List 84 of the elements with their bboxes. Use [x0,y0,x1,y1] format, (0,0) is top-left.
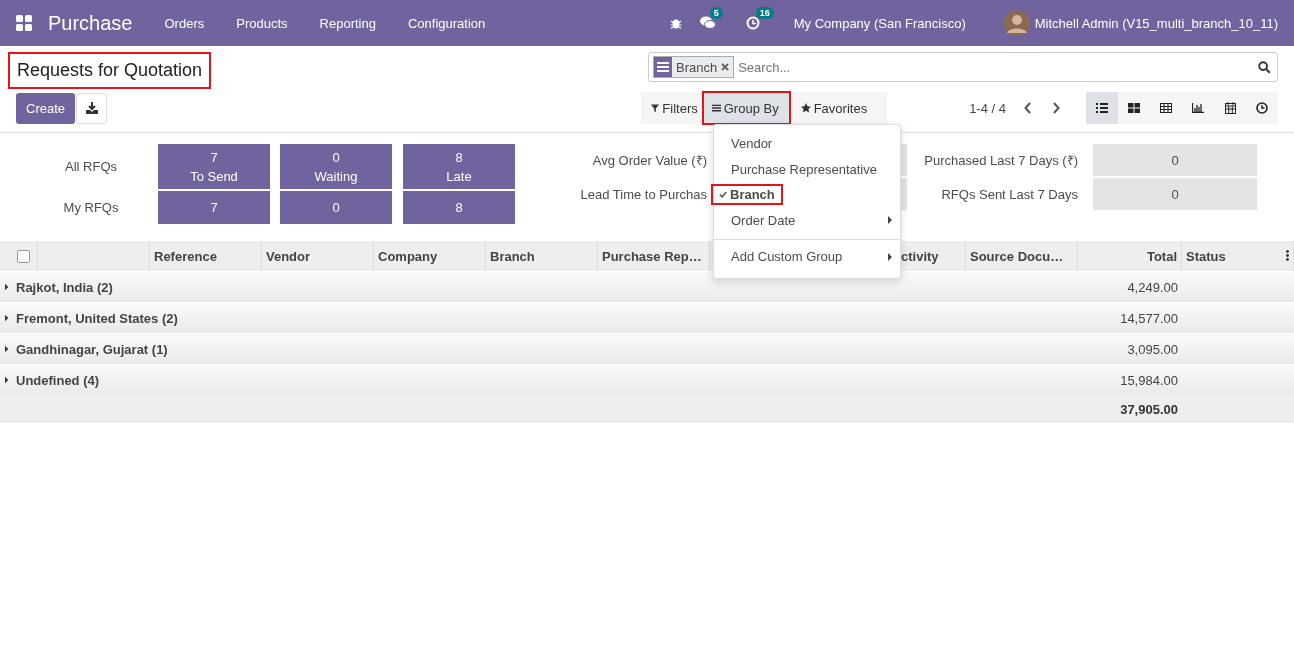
column-header[interactable]: Vendor [266,248,311,264]
more-options-icon[interactable] [1286,250,1289,261]
group-row[interactable]: Gandhinagar, Gujarat (1) 3,095.00 [0,333,1294,364]
grid-icon [1128,103,1140,113]
stat-tile[interactable]: 0 Waiting [280,144,392,189]
menu-item[interactable]: Products [220,15,304,31]
group-total: 3,095.00 [1127,341,1178,357]
clock-icon[interactable] [745,16,760,30]
activity-count-badge: 16 [755,7,774,19]
select-all-checkbox[interactable] [17,249,30,263]
menu-item[interactable]: Orders [148,15,221,31]
stat-label: RFQs Sent Last 7 Days [940,186,1079,202]
column-header[interactable]: Status [1186,248,1226,264]
create-button[interactable]: Create [16,92,76,124]
group-label: Undefined (4) [16,372,100,388]
dropdown-item[interactable]: Purchase Representative [714,156,900,182]
star-icon [800,103,811,113]
stat-value: 0 [1093,178,1257,210]
search-icon[interactable] [1258,60,1271,74]
avatar-icon[interactable] [1003,10,1030,36]
group-by-icon [711,104,721,112]
grand-total: 37,905.00 [1120,401,1178,417]
column-header[interactable]: Total [1146,248,1177,264]
group-row[interactable]: Fremont, United States (2) 14,577.00 [0,302,1294,333]
dropdown-item[interactable]: Branch [714,182,900,208]
chat-icon[interactable] [699,16,716,30]
submenu-caret-icon [888,252,892,261]
stat-label: Avg Order Value (₹) [591,152,708,169]
group-label: Rajkot, India (2) [16,279,113,295]
menu-item[interactable]: Configuration [391,15,502,31]
download-icon [85,102,98,114]
stat-tile[interactable]: 7 To Send [158,144,270,189]
next-icon[interactable] [1052,102,1060,114]
dropdown-item[interactable]: Add Custom Group [714,244,900,270]
app-name[interactable]: Purchase [48,11,133,35]
download-button[interactable] [76,92,108,124]
bug-icon[interactable] [669,17,682,29]
table-icon [1160,103,1172,113]
list-icon [1096,103,1108,113]
company-switcher[interactable]: My Company (San Francisco) [793,15,966,31]
stat-label: Lead Time to Purchas [579,186,708,202]
calendar-icon [1224,102,1236,114]
group-row[interactable]: Undefined (4) 15,984.00 [0,364,1294,395]
page-title: Requests for Quotation [8,52,212,89]
stat-label: Purchased Last 7 Days (₹) [923,152,1079,169]
user-menu[interactable]: Mitchell Admin (V15_multi_branch_10_11) [1034,15,1278,31]
column-header[interactable]: ctivity [901,248,939,264]
column-header[interactable]: Source Docu… [970,248,1064,264]
dropdown-item[interactable]: Order Date [714,207,900,233]
group-label: Gandhinagar, Gujarat (1) [16,341,168,357]
column-header[interactable]: Company [378,248,438,264]
check-icon [719,191,727,199]
search-option-button[interactable]: Filters [641,91,702,125]
group-total: 15,984.00 [1120,372,1178,388]
previous-icon[interactable] [1024,102,1032,114]
dropdown-item[interactable]: Vendor [714,131,900,157]
bar-chart-icon [1192,103,1204,113]
stat-tile[interactable]: 0 [280,191,392,224]
apps-menu-icon[interactable] [16,15,32,31]
search-facet[interactable]: Branch [653,56,735,78]
stat-tile[interactable]: 7 [158,191,270,224]
column-header[interactable]: Purchase Rep… [602,248,702,264]
row-label: All RFQs [64,159,118,174]
stat-tile[interactable]: 8 [403,191,515,224]
group-row[interactable]: Rajkot, India (2) 4,249.00 [0,271,1294,302]
group-by-icon [657,62,669,72]
row-label: My RFQs [62,200,120,215]
menu-item[interactable]: Reporting [303,15,392,31]
group-total: 14,577.00 [1120,310,1178,326]
group-total: 4,249.00 [1127,279,1178,295]
search-option-button[interactable]: Favorites [790,91,880,125]
column-header[interactable]: Branch [490,248,535,264]
stat-tile[interactable]: 8 Late [403,144,515,189]
message-count-badge: 5 [709,7,723,19]
filter-icon [651,103,660,113]
remove-icon[interactable] [721,63,730,71]
pager-value[interactable]: 1-4 / 4 [969,100,1006,116]
stat-value: 0 [1093,144,1257,176]
search-option-button[interactable]: Group By [701,91,791,125]
clock-icon [1256,102,1268,114]
list-view-button[interactable] [1086,92,1118,124]
column-header[interactable]: Reference [154,248,217,264]
search-field[interactable]: Branch Search... [648,52,1278,82]
group-label: Fremont, United States (2) [16,310,178,326]
